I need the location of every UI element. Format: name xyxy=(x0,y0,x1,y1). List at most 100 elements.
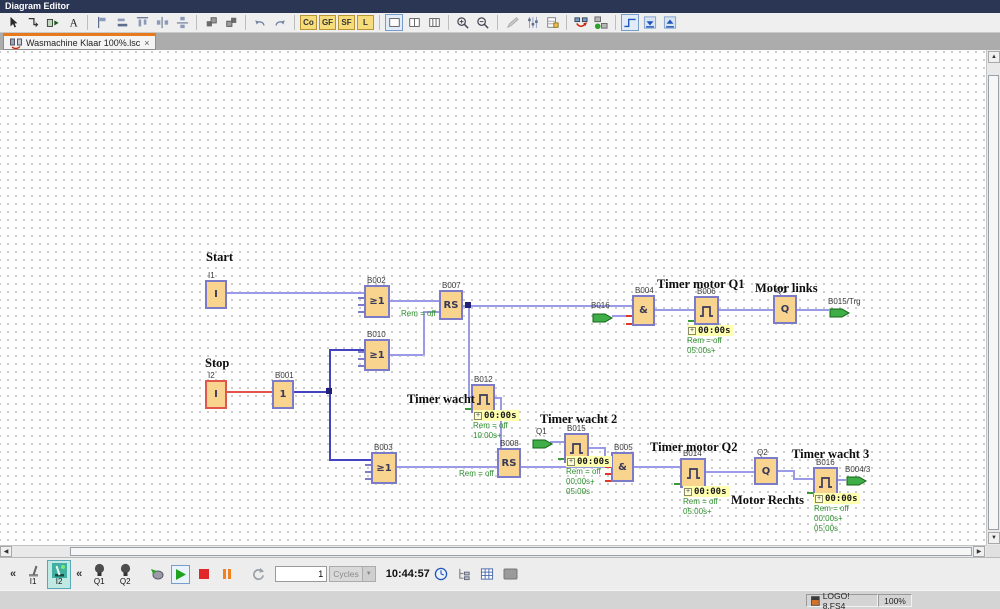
simulation-play-button[interactable] xyxy=(171,565,190,584)
text-label[interactable]: Stop xyxy=(205,356,229,371)
zoom-in-button[interactable] xyxy=(454,14,472,31)
block-b002[interactable]: B002≥1 xyxy=(364,285,390,318)
cycle-replay-button[interactable] xyxy=(248,565,267,584)
upload-from-device-button[interactable] xyxy=(661,14,679,31)
text-label[interactable]: Timer wacht 2 xyxy=(540,412,617,427)
block-symbol: ≥1 xyxy=(369,350,384,361)
diagram-canvas[interactable]: I1II2IB0011B002≥1B010≥1B003≥1B007RSB012B… xyxy=(0,50,1000,545)
layout-three-pane-button[interactable] xyxy=(425,14,443,31)
cycles-unit-select[interactable]: Cycles ▼ xyxy=(329,566,376,582)
scroll-left-button[interactable]: ◀ xyxy=(0,546,12,557)
block-i2[interactable]: I2I xyxy=(205,380,227,409)
block-id-label: B003 xyxy=(374,443,393,452)
vertical-scrollbar[interactable]: ▲ ▼ xyxy=(986,50,1000,545)
block-b001[interactable]: B0011 xyxy=(272,380,294,409)
expand-icon: + xyxy=(688,327,696,335)
align-top-button[interactable] xyxy=(133,14,151,31)
zoom-level: 100% xyxy=(884,596,906,606)
input-i1-button[interactable]: I1 xyxy=(21,560,45,589)
page-grid-button[interactable] xyxy=(543,14,561,31)
align-left-button[interactable] xyxy=(113,14,131,31)
simulation-stop-button[interactable] xyxy=(194,565,213,584)
flag-b015-trg[interactable] xyxy=(829,306,850,324)
logic-l-button[interactable]: L xyxy=(357,15,374,30)
param-annotation: +00:00sRem = off00:00s+05:00s xyxy=(814,493,860,534)
block-id-label: B002 xyxy=(367,276,386,285)
block-b005[interactable]: B005& xyxy=(611,452,634,482)
connector-tool-button[interactable] xyxy=(24,14,42,31)
simulation-pause-button[interactable] xyxy=(217,565,236,584)
convert-diagram-button[interactable] xyxy=(572,14,590,31)
block-b008[interactable]: B008RS xyxy=(497,448,521,478)
text-label[interactable]: Timer wacht 3 xyxy=(792,447,869,462)
cycles-count-input[interactable] xyxy=(275,566,327,582)
tab-wasmachine[interactable]: Wasmachine Klaar 100%.lsc × xyxy=(3,33,156,50)
lamp-off-icon xyxy=(92,563,107,578)
grid-settings-button[interactable] xyxy=(523,14,541,31)
text-label[interactable]: Timer wacht xyxy=(407,392,475,407)
layout-single-pane-button[interactable] xyxy=(385,14,403,31)
bring-forward-button[interactable] xyxy=(202,14,220,31)
toolbar-separator xyxy=(379,15,380,30)
text-label[interactable]: Timer motor Q2 xyxy=(650,440,738,455)
comment-tool-button[interactable] xyxy=(503,14,521,31)
text-label[interactable]: Motor links xyxy=(755,281,818,296)
text-label[interactable]: Motor Rechts xyxy=(731,493,804,508)
constants-co-button[interactable]: Co xyxy=(300,15,317,30)
pause-icon xyxy=(221,568,233,580)
align-flag-button[interactable] xyxy=(93,14,111,31)
block-b006[interactable]: B006 xyxy=(694,296,719,325)
two-pane-icon xyxy=(408,16,421,29)
select-tool-button[interactable] xyxy=(4,14,22,31)
block-b003[interactable]: B003≥1 xyxy=(371,452,397,484)
convert-tool-button[interactable] xyxy=(44,14,62,31)
distribute-vertical-icon xyxy=(176,16,189,29)
download-to-device-button[interactable] xyxy=(641,14,659,31)
block-b004[interactable]: B004& xyxy=(632,295,655,326)
block-b007[interactable]: B007RS xyxy=(439,290,463,320)
text-tool-button[interactable]: A xyxy=(64,14,82,31)
zoom-out-button[interactable] xyxy=(474,14,492,31)
collapse-inputs-button[interactable]: « xyxy=(10,568,16,580)
collapse-outputs-button[interactable]: « xyxy=(76,568,82,580)
redo-button[interactable] xyxy=(271,14,289,31)
signal-tree-button[interactable] xyxy=(455,565,474,584)
vertical-scroll-thumb[interactable] xyxy=(988,75,999,530)
undo-button[interactable] xyxy=(251,14,269,31)
bring-forward-icon xyxy=(205,16,218,29)
scroll-right-button[interactable]: ▶ xyxy=(973,546,985,557)
block-q1[interactable]: Q1Q xyxy=(773,295,797,324)
flag-b004-3[interactable] xyxy=(846,474,867,492)
horizontal-scroll-thumb[interactable] xyxy=(70,547,972,556)
text-label[interactable]: Start xyxy=(206,250,233,265)
output-q2-lamp[interactable]: Q2 xyxy=(113,560,137,589)
block-b010[interactable]: B010≥1 xyxy=(364,339,390,371)
diagram-surface[interactable]: I1II2IB0011B002≥1B010≥1B003≥1B007RSB012B… xyxy=(0,50,986,545)
network-view-button[interactable] xyxy=(592,14,610,31)
distribute-horizontal-button[interactable] xyxy=(153,14,171,31)
horizontal-scrollbar[interactable]: ◀ ▶ xyxy=(0,545,986,557)
block-b014[interactable]: B014 xyxy=(680,458,706,488)
flag-b016[interactable] xyxy=(592,311,613,329)
set-time-button[interactable] xyxy=(432,565,451,584)
redo-icon xyxy=(273,16,287,29)
flag-q1[interactable] xyxy=(532,437,553,455)
special-functions-sf-button[interactable]: SF xyxy=(338,15,355,30)
layout-two-pane-button[interactable] xyxy=(405,14,423,31)
text-label[interactable]: Timer motor Q1 xyxy=(657,277,745,292)
data-table-button[interactable] xyxy=(478,565,497,584)
simulation-step-button[interactable] xyxy=(621,14,639,31)
block-i1[interactable]: I1I xyxy=(205,280,227,309)
display-panel-button[interactable] xyxy=(501,565,520,584)
send-backward-button[interactable] xyxy=(222,14,240,31)
input-i2-button[interactable]: I2 xyxy=(47,560,71,589)
block-q2[interactable]: Q2Q xyxy=(754,457,778,485)
probe-tool-button[interactable] xyxy=(148,565,167,584)
output-q1-lamp[interactable]: Q1 xyxy=(87,560,111,589)
tab-close-icon[interactable]: × xyxy=(144,38,149,48)
scroll-up-button[interactable]: ▲ xyxy=(988,51,1000,63)
scroll-down-button[interactable]: ▼ xyxy=(988,532,1000,544)
distribute-vertical-button[interactable] xyxy=(173,14,191,31)
basic-functions-gf-button[interactable]: GF xyxy=(319,15,336,30)
wire xyxy=(227,292,364,294)
